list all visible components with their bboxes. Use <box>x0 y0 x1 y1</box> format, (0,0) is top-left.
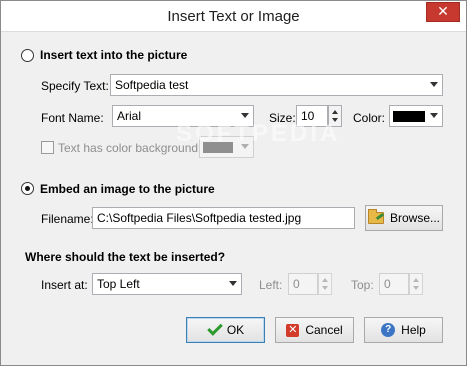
dialog-title: Insert Text or Image <box>167 8 300 25</box>
insert-at-value: Top Left <box>97 277 140 291</box>
embed-image-label: Embed an image to the picture <box>40 182 215 196</box>
help-button-label: Help <box>401 323 426 337</box>
top-input[interactable]: 0 <box>379 273 409 295</box>
browse-button[interactable]: Browse... <box>365 205 443 231</box>
insert-text-dialog: Insert Text or Image ✕ Insert text into … <box>0 0 467 366</box>
left-stepper[interactable] <box>318 273 332 295</box>
top-stepper[interactable] <box>409 273 423 295</box>
insert-text-label: Insert text into the picture <box>40 48 188 62</box>
chevron-down-icon <box>430 82 438 87</box>
top-label: Top: <box>351 278 374 292</box>
specify-text-value: Softpedia test <box>115 78 189 92</box>
cancel-button-label: Cancel <box>305 323 343 337</box>
insert-text-radio[interactable] <box>21 49 34 62</box>
left-input[interactable]: 0 <box>288 273 318 295</box>
folder-icon <box>367 209 384 224</box>
specify-text-combobox[interactable]: Softpedia test <box>110 74 443 96</box>
insert-at-label: Insert at: <box>41 278 88 292</box>
chevron-down-icon <box>229 281 237 286</box>
close-button[interactable]: ✕ <box>426 2 460 22</box>
stepper-up-icon <box>322 278 328 282</box>
filename-value: C:\Softpedia Files\Softpedia tested.jpg <box>97 211 302 225</box>
position-heading: Where should the text be inserted? <box>25 250 226 264</box>
ok-button-label: OK <box>226 323 245 337</box>
color-background-checkbox[interactable] <box>41 141 54 154</box>
title-bar: Insert Text or Image ✕ <box>1 1 466 32</box>
help-button[interactable]: ? Help <box>364 317 443 343</box>
watermark: SOFTPEDIA <box>176 120 341 147</box>
filename-label: Filename: <box>41 212 94 226</box>
stepper-down-icon <box>413 286 419 290</box>
left-label: Left: <box>259 278 283 292</box>
font-name-value: Arial <box>117 109 142 123</box>
filename-input[interactable]: C:\Softpedia Files\Softpedia tested.jpg <box>92 207 355 229</box>
chevron-down-icon <box>241 113 249 118</box>
specify-text-label: Specify Text: <box>41 79 109 93</box>
close-icon: ✕ <box>437 3 449 19</box>
embed-image-radio[interactable] <box>21 182 34 195</box>
cancel-button[interactable]: ✕ Cancel <box>275 317 354 343</box>
checkmark-icon <box>207 324 221 336</box>
color-swatch <box>393 111 425 122</box>
stepper-down-icon <box>322 286 328 290</box>
stepper-up-icon <box>332 110 338 114</box>
cancel-x-icon: ✕ <box>286 323 300 337</box>
left-value: 0 <box>293 277 300 291</box>
color-label: Color: <box>353 111 386 125</box>
top-value: 0 <box>384 277 391 291</box>
browse-button-label: Browse... <box>389 211 440 225</box>
stepper-up-icon <box>413 278 419 282</box>
chevron-down-icon <box>430 113 438 118</box>
font-name-label: Font Name: <box>41 111 104 125</box>
insert-at-select[interactable]: Top Left <box>92 273 242 295</box>
ok-button[interactable]: OK <box>186 317 265 343</box>
help-icon: ? <box>381 323 396 337</box>
